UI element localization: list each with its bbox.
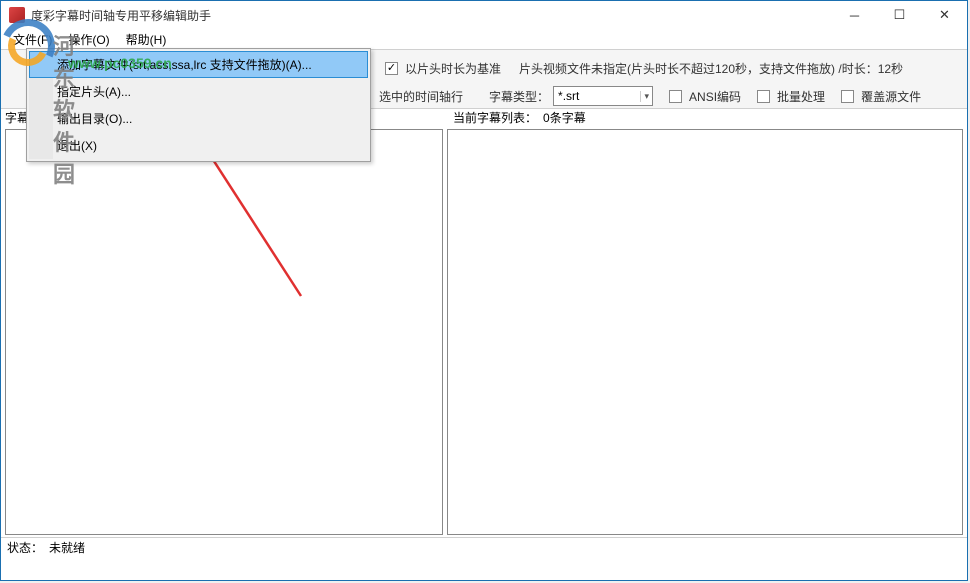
app-icon [9,7,25,23]
menu-add-subtitle[interactable]: 添加字幕文件(srt,ass,ssa,lrc 支持文件拖放)(A)... [29,51,368,78]
file-list-panel[interactable] [5,129,443,535]
file-menu-dropdown: 添加字幕文件(srt,ass,ssa,lrc 支持文件拖放)(A)... 指定片… [26,48,371,162]
label-header-basis: 以片头时长为基准 [405,60,501,77]
label-ansi: ANSI编码 [689,88,741,105]
main-window: 度彩字幕时间轴专用平移编辑助手 ─ ☐ ✕ 文件(F) 操作(O) 帮助(H) … [0,0,968,581]
label-subtitle-type: 字幕类型： [489,88,549,105]
status-label: 状态： [7,539,43,556]
checkbox-overwrite[interactable] [841,90,854,103]
menu-set-header[interactable]: 指定片头(A)... [29,78,368,105]
subtitle-list-panel[interactable] [447,129,963,535]
menu-output-dir[interactable]: 输出目录(O)... [29,105,368,132]
current-list-count: 0条字幕 [543,109,586,127]
window-title: 度彩字幕时间轴专用平移编辑助手 [31,7,211,24]
label-header-info: 片头视频文件未指定(片头时长不超过120秒，支持文件拖放) /时长：12秒 [519,60,903,77]
content-area [1,127,967,537]
label-overwrite: 覆盖源文件 [861,88,921,105]
maximize-button[interactable]: ☐ [877,1,922,29]
menu-operate[interactable]: 操作(O) [60,29,117,50]
checkbox-header-basis[interactable] [385,62,398,75]
select-subtitle-type[interactable]: *.srt [553,86,653,106]
menu-file[interactable]: 文件(F) [5,29,60,50]
minimize-button[interactable]: ─ [832,1,877,29]
label-batch: 批量处理 [777,88,825,105]
close-button[interactable]: ✕ [922,1,967,29]
checkbox-batch[interactable] [757,90,770,103]
menu-help[interactable]: 帮助(H) [118,29,175,50]
checkbox-ansi[interactable] [669,90,682,103]
titlebar: 度彩字幕时间轴专用平移编辑助手 ─ ☐ ✕ [1,1,967,29]
select-subtitle-type-value: *.srt [558,89,579,103]
label-selected-row: 选中的时间轴行 [379,88,463,105]
window-controls: ─ ☐ ✕ [832,1,967,29]
status-value: 未就绪 [49,539,85,556]
statusbar: 状态： 未就绪 [1,537,967,557]
menu-exit[interactable]: 退出(X) [29,132,368,159]
menubar: 文件(F) 操作(O) 帮助(H) [1,29,967,49]
current-list-label: 当前字幕列表： [453,109,537,127]
